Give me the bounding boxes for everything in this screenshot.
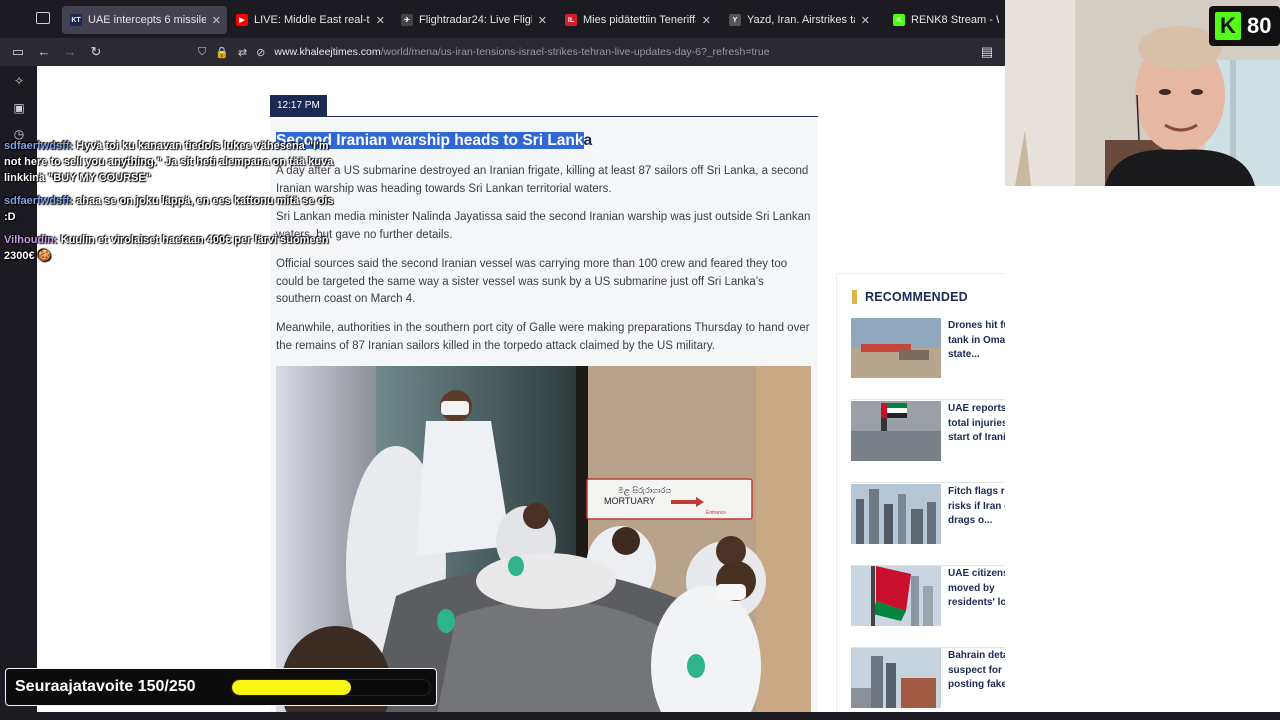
shield-icon[interactable]: ⛉ bbox=[198, 46, 206, 59]
chat-message: sdfaerfwdsff: Hyvä toi ku kanavan tiedoí… bbox=[4, 138, 333, 186]
recommended-thumbnail[interactable] bbox=[851, 484, 941, 544]
url-path: /world/mena/us-iran-tensions-israel-stri… bbox=[380, 46, 770, 58]
follower-goal-label: Seuraajatavoite 150/250 bbox=[15, 678, 196, 695]
tab-favicon-icon: Y bbox=[729, 14, 741, 26]
stream-background bbox=[1005, 186, 1280, 720]
follower-goal-widget: Seuraajatavoite 150/250 bbox=[5, 668, 437, 706]
tab-favicon-icon: ✈ bbox=[401, 14, 413, 26]
article-paragraph: A day after a US submarine destroyed an … bbox=[276, 165, 809, 195]
chat-username: sdfaerfwdsff: bbox=[4, 140, 74, 152]
close-tab-icon[interactable]: ✕ bbox=[376, 14, 385, 27]
lock-icon[interactable]: 🔒 bbox=[215, 46, 229, 59]
close-tab-icon[interactable]: ✕ bbox=[861, 14, 870, 27]
browser-tab[interactable]: KT UAE intercepts 6 missiles, 125 d ✕ bbox=[62, 6, 227, 34]
tab-title: Yazd, Iran. Airstrikes target IRGC bbox=[747, 14, 855, 26]
tab-list-icon[interactable] bbox=[36, 12, 50, 24]
recommended-thumbnail[interactable] bbox=[851, 401, 941, 461]
sidebar-toggle-icon[interactable]: ▭ bbox=[9, 43, 27, 61]
recommended-headline[interactable]: Drones hit fuel tank in Oman port, state… bbox=[948, 319, 1005, 363]
article-paragraph: Meanwhile, authorities in the southern p… bbox=[276, 322, 810, 352]
tab-title: Flightradar24: Live Flight Tracke bbox=[419, 14, 532, 26]
chat-text: ahaa se on joku läppä, en ees kattonu mi… bbox=[76, 195, 334, 207]
reader-view-icon[interactable]: ▤ bbox=[978, 43, 996, 61]
follower-goal-fill bbox=[232, 680, 351, 695]
recommended-item[interactable]: UAE reports 78 total injuries since star… bbox=[851, 401, 1005, 483]
recommended-title: RECOMMENDED bbox=[865, 290, 968, 304]
heading-accent-bar bbox=[852, 290, 857, 304]
browser-tab-bar: KT UAE intercepts 6 missiles, 125 d ✕ ▶ LIVE… bbox=[0, 0, 1005, 38]
close-tab-icon[interactable]: ✕ bbox=[702, 14, 711, 27]
url-bar[interactable]: ⛉ 🔒 ⇄ ⊘ www.khaleejtimes.com/world/mena/… bbox=[198, 41, 998, 63]
close-tab-icon[interactable]: ✕ bbox=[212, 14, 221, 27]
tab-title: RENK8 Stream - Watch Liv bbox=[911, 14, 999, 26]
tracking-off-icon[interactable]: ⊘ bbox=[256, 46, 265, 59]
time-badge: 12:17 PM bbox=[270, 95, 327, 117]
chat-message: Vilhoudin: Kuulin et virolaiset haetaan … bbox=[4, 232, 328, 264]
tab-title: UAE intercepts 6 missiles, 125 d bbox=[88, 14, 206, 26]
browser-tab[interactable]: Y Yazd, Iran. Airstrikes target IRGC ✕ bbox=[721, 6, 876, 34]
photo-sign-small-text: Entrance bbox=[706, 510, 726, 516]
viewer-count-badge: K 80 bbox=[1209, 6, 1280, 46]
tab-title: Mies pidätettiin Teneriffan lento bbox=[583, 14, 696, 26]
live-update-time-bar: 12:17 PM bbox=[270, 95, 818, 117]
recommended-heading: RECOMMENDED bbox=[852, 290, 968, 304]
photo-sign-text: MORTUARY bbox=[604, 496, 655, 506]
recommended-item[interactable]: Drones hit fuel tank in Oman port, state… bbox=[851, 318, 1005, 400]
chat-text: Kuulin et virolaiset haetaan 400€ per lä… bbox=[60, 234, 329, 246]
viewer-count: 80 bbox=[1247, 13, 1272, 38]
article-paragraph: Sri Lankan media minister Nalinda Jayati… bbox=[276, 211, 811, 241]
ai-sparkle-icon[interactable]: ✧ bbox=[11, 73, 27, 89]
bottom-edge bbox=[0, 712, 1280, 720]
tab-favicon-icon: ▶ bbox=[236, 14, 248, 26]
recommended-headline[interactable]: UAE reports 78 total injuries since star… bbox=[948, 402, 1005, 446]
recommended-thumbnail[interactable] bbox=[851, 648, 941, 708]
url-domain: www.khaleejtimes.com bbox=[274, 46, 381, 58]
article-paragraph: Official sources said the second Iranian… bbox=[276, 258, 788, 305]
tab-favicon-icon: IL bbox=[565, 14, 577, 26]
browser-tab[interactable]: ▶ LIVE: Middle East real-time ✕ bbox=[228, 6, 391, 34]
chat-message: sdfaerfwdsff: ahaa se on joku läppä, en … bbox=[4, 193, 334, 225]
recommended-headline[interactable]: UAE citizens moved by residents' love,..… bbox=[948, 567, 1005, 611]
recommended-panel: RECOMMENDED Drones hit fuel tank in Oman… bbox=[836, 273, 1005, 720]
tab-favicon-icon: KT bbox=[70, 14, 82, 26]
permissions-icon[interactable]: ⇄ bbox=[238, 46, 247, 59]
reading-list-icon[interactable]: ▣ bbox=[11, 100, 27, 116]
chat-text: 2300€ 🍪 bbox=[4, 250, 52, 262]
recommended-thumbnail[interactable] bbox=[851, 566, 941, 626]
recommended-item[interactable]: UAE citizens moved by residents' love,..… bbox=[851, 566, 1005, 648]
reload-icon[interactable]: ↻ bbox=[87, 43, 105, 61]
chat-username: Vilhoudin: bbox=[4, 234, 58, 246]
recommended-headline[interactable]: Fitch flags rating risks if Iran conflic… bbox=[948, 485, 1005, 529]
chat-text: linkkinä "BUY MY COURSE" bbox=[4, 172, 151, 184]
browser-tab[interactable]: ✈ Flightradar24: Live Flight Tracke ✕ bbox=[393, 6, 553, 34]
browser-tab[interactable]: K RENK8 Stream - Watch Liv bbox=[885, 6, 1005, 34]
recommended-item[interactable]: Fitch flags rating risks if Iran conflic… bbox=[851, 484, 1005, 566]
kick-logo-icon: K bbox=[1215, 12, 1241, 40]
chat-text: Hyvä toi ku kanavan tiedoís lukee vähese… bbox=[76, 140, 329, 152]
tab-title: LIVE: Middle East real-time bbox=[254, 14, 370, 26]
chat-username: sdfaerfwdsff: bbox=[4, 195, 74, 207]
close-tab-icon[interactable]: ✕ bbox=[538, 14, 547, 27]
screen: KT UAE intercepts 6 missiles, 125 d ✕ ▶ LIVE… bbox=[0, 0, 1280, 720]
tab-favicon-icon: K bbox=[893, 14, 905, 26]
forward-arrow-icon[interactable]: → bbox=[61, 43, 79, 61]
recommended-thumbnail[interactable] bbox=[851, 318, 941, 378]
chat-text: not here to sell you anything." Ja sit h… bbox=[4, 156, 334, 168]
recommended-headline[interactable]: Bahrain detains suspect for posting fake… bbox=[948, 649, 1005, 693]
back-arrow-icon[interactable]: ← bbox=[35, 43, 53, 61]
chat-text: :D bbox=[4, 211, 16, 223]
recommended-item[interactable]: Bahrain detains suspect for posting fake… bbox=[851, 648, 1005, 720]
browser-tab[interactable]: IL Mies pidätettiin Teneriffan lento ✕ bbox=[557, 6, 717, 34]
photo-sign-sinhala: මළ සිරුරාගාරය bbox=[618, 486, 671, 496]
follower-goal-track bbox=[231, 679, 431, 696]
article-photo: මළ සිරුරාගාරය MORTUARY Entrance bbox=[276, 366, 811, 720]
headline-rest-text: a bbox=[583, 132, 593, 149]
browser-nav-bar: ▭ ← → ↻ ⛉ 🔒 ⇄ ⊘ www.khaleejtimes.com/wor… bbox=[0, 38, 1005, 66]
